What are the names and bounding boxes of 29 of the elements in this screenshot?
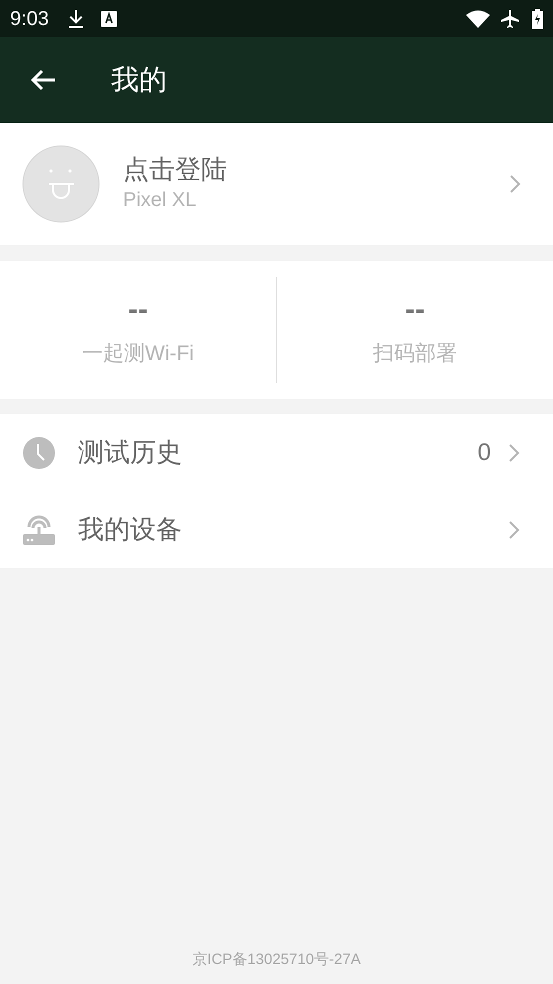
page-title: 我的 — [111, 63, 167, 97]
profile-row[interactable]: 点击登陆 Pixel XL — [0, 123, 553, 245]
download-icon — [66, 8, 85, 28]
login-text: 点击登陆 — [123, 153, 228, 185]
stat-tile[interactable]: -- 一起测Wi-Fi — [0, 290, 276, 370]
chevron-icon — [509, 520, 520, 538]
chevron-icon — [509, 444, 520, 462]
battery-icon — [532, 8, 543, 28]
wifi-icon — [466, 10, 490, 28]
stat-value: -- — [405, 292, 425, 328]
footer-text: 京ICP备13025710号-27A — [192, 950, 361, 970]
device-name: Pixel XL — [123, 188, 198, 213]
notification-icon — [100, 10, 117, 26]
status-time: 9:03 — [10, 6, 49, 32]
menu-item[interactable]: 我的设备 — [0, 491, 553, 568]
menu-label: 测试历史 — [78, 436, 183, 469]
menu-item[interactable]: 测试历史 0 — [0, 414, 553, 491]
stat-value: -- — [128, 292, 148, 328]
stat-tile[interactable]: -- 扫码部署 — [277, 290, 553, 370]
count-text: 0 — [478, 438, 491, 468]
stat-label: 一起测Wi-Fi — [82, 341, 194, 368]
stat-label: 扫码部署 — [373, 341, 457, 368]
chevron-icon — [510, 175, 521, 193]
menu-label: 我的设备 — [78, 513, 183, 546]
router-icon — [23, 514, 55, 544]
back-icon[interactable] — [30, 69, 56, 91]
avatar-icon — [22, 145, 100, 223]
clock-icon — [23, 436, 55, 468]
airplane-icon — [500, 8, 520, 28]
